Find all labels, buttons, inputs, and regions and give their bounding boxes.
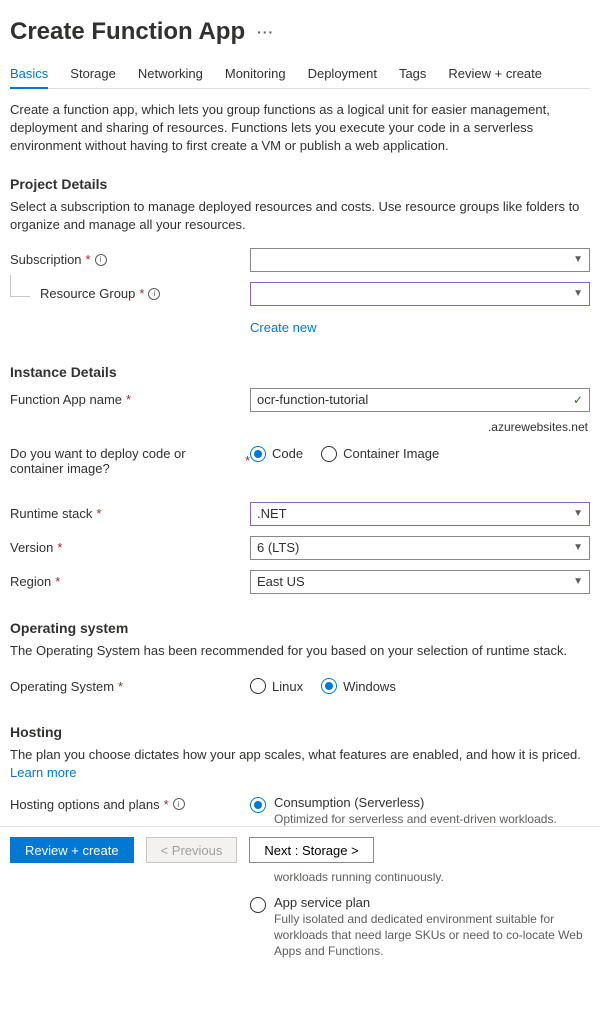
project-details-heading: Project Details bbox=[10, 176, 590, 192]
deploy-option-code-label: Code bbox=[272, 446, 303, 461]
project-details-desc: Select a subscription to manage deployed… bbox=[10, 198, 590, 234]
page-title-text: Create Function App bbox=[10, 18, 245, 46]
hosting-option-desc: Optimized for serverless and event-drive… bbox=[274, 811, 557, 827]
chevron-down-icon: ▼ bbox=[573, 508, 583, 519]
more-icon[interactable]: ··· bbox=[257, 24, 274, 40]
chevron-down-icon: ▼ bbox=[573, 254, 583, 265]
tabs: Basics Storage Networking Monitoring Dep… bbox=[10, 60, 590, 89]
region-row: Region * East US ▼ bbox=[10, 568, 590, 596]
hosting-option-name: App service plan bbox=[274, 895, 590, 910]
deploy-option-code[interactable]: Code bbox=[250, 446, 303, 462]
hosting-option-desc: Fully isolated and dedicated environment… bbox=[274, 911, 590, 960]
domain-suffix: .azurewebsites.net bbox=[10, 420, 590, 434]
hosting-desc-text: The plan you choose dictates how your ap… bbox=[10, 747, 581, 762]
info-icon[interactable]: i bbox=[95, 254, 107, 266]
hosting-row: Hosting options and plans * i Consumptio… bbox=[10, 795, 590, 970]
page-title: Create Function App ··· bbox=[10, 18, 590, 46]
required-marker: * bbox=[86, 252, 91, 267]
radio-icon bbox=[250, 678, 266, 694]
radio-icon bbox=[250, 797, 266, 813]
chevron-down-icon: ▼ bbox=[573, 576, 583, 587]
runtime-stack-value: .NET bbox=[257, 506, 287, 521]
region-select[interactable]: East US ▼ bbox=[250, 570, 590, 594]
tree-line-icon bbox=[10, 275, 30, 297]
os-option-linux[interactable]: Linux bbox=[250, 678, 303, 694]
info-icon[interactable]: i bbox=[173, 798, 185, 810]
tab-storage[interactable]: Storage bbox=[70, 60, 116, 88]
create-new-row: Create new bbox=[10, 314, 590, 342]
tab-networking[interactable]: Networking bbox=[138, 60, 203, 88]
os-heading: Operating system bbox=[10, 620, 590, 636]
create-new-link[interactable]: Create new bbox=[250, 320, 316, 335]
hosting-desc: The plan you choose dictates how your ap… bbox=[10, 746, 590, 782]
required-marker: * bbox=[57, 540, 62, 555]
required-marker: * bbox=[139, 286, 144, 301]
radio-icon bbox=[321, 678, 337, 694]
chevron-down-icon: ▼ bbox=[573, 288, 583, 299]
version-select[interactable]: 6 (LTS) ▼ bbox=[250, 536, 590, 560]
review-create-button[interactable]: Review + create bbox=[10, 837, 134, 863]
tab-review[interactable]: Review + create bbox=[448, 60, 542, 88]
info-icon[interactable]: i bbox=[148, 288, 160, 300]
required-marker: * bbox=[126, 392, 131, 407]
resource-group-label: Resource Group bbox=[40, 286, 135, 301]
required-marker: * bbox=[118, 679, 123, 694]
subscription-select[interactable]: ▼ bbox=[250, 248, 590, 272]
resource-group-select[interactable]: ▼ bbox=[250, 282, 590, 306]
tab-basics[interactable]: Basics bbox=[10, 60, 48, 89]
radio-icon bbox=[250, 897, 266, 913]
deploy-type-row: Do you want to deploy code or container … bbox=[10, 444, 590, 476]
required-marker: * bbox=[55, 574, 60, 589]
subscription-row: Subscription * i ▼ bbox=[10, 246, 590, 274]
deploy-option-container[interactable]: Container Image bbox=[321, 446, 439, 462]
hosting-option-consumption[interactable]: Consumption (Serverless) Optimized for s… bbox=[250, 795, 590, 827]
hosting-option-name: Consumption (Serverless) bbox=[274, 795, 557, 810]
hosting-label: Hosting options and plans bbox=[10, 797, 160, 812]
previous-button: < Previous bbox=[146, 837, 238, 863]
deploy-option-container-label: Container Image bbox=[343, 446, 439, 461]
required-marker: * bbox=[96, 506, 101, 521]
hosting-option-appservice[interactable]: App service plan Fully isolated and dedi… bbox=[250, 895, 590, 960]
function-app-name-value: ocr-function-tutorial bbox=[257, 392, 368, 407]
footer: Review + create < Previous Next : Storag… bbox=[0, 826, 600, 873]
runtime-stack-select[interactable]: .NET ▼ bbox=[250, 502, 590, 526]
os-option-windows-label: Windows bbox=[343, 679, 396, 694]
radio-icon bbox=[321, 446, 337, 462]
os-row: Operating System * Linux Windows bbox=[10, 672, 590, 700]
function-app-name-row: Function App name * ocr-function-tutoria… bbox=[10, 386, 590, 414]
intro-text: Create a function app, which lets you gr… bbox=[10, 101, 590, 156]
runtime-stack-label: Runtime stack bbox=[10, 506, 92, 521]
tab-deployment[interactable]: Deployment bbox=[308, 60, 377, 88]
required-marker: * bbox=[164, 797, 169, 812]
version-value: 6 (LTS) bbox=[257, 540, 299, 555]
region-label: Region bbox=[10, 574, 51, 589]
radio-icon bbox=[250, 446, 266, 462]
check-icon: ✓ bbox=[573, 393, 583, 407]
tab-tags[interactable]: Tags bbox=[399, 60, 426, 88]
os-option-windows[interactable]: Windows bbox=[321, 678, 396, 694]
learn-more-link[interactable]: Learn more bbox=[10, 765, 76, 780]
version-label: Version bbox=[10, 540, 53, 555]
runtime-stack-row: Runtime stack * .NET ▼ bbox=[10, 500, 590, 528]
hosting-heading: Hosting bbox=[10, 724, 590, 740]
chevron-down-icon: ▼ bbox=[573, 542, 583, 553]
deploy-type-label: Do you want to deploy code or container … bbox=[10, 446, 241, 476]
os-label: Operating System bbox=[10, 679, 114, 694]
function-app-name-input[interactable]: ocr-function-tutorial ✓ bbox=[250, 388, 590, 412]
function-app-name-label: Function App name bbox=[10, 392, 122, 407]
subscription-label: Subscription bbox=[10, 252, 82, 267]
os-desc: The Operating System has been recommende… bbox=[10, 642, 590, 660]
tab-monitoring[interactable]: Monitoring bbox=[225, 60, 286, 88]
region-value: East US bbox=[257, 574, 305, 589]
instance-details-heading: Instance Details bbox=[10, 364, 590, 380]
resource-group-row: Resource Group * i ▼ bbox=[10, 280, 590, 308]
version-row: Version * 6 (LTS) ▼ bbox=[10, 534, 590, 562]
os-option-linux-label: Linux bbox=[272, 679, 303, 694]
next-button[interactable]: Next : Storage > bbox=[249, 837, 373, 863]
